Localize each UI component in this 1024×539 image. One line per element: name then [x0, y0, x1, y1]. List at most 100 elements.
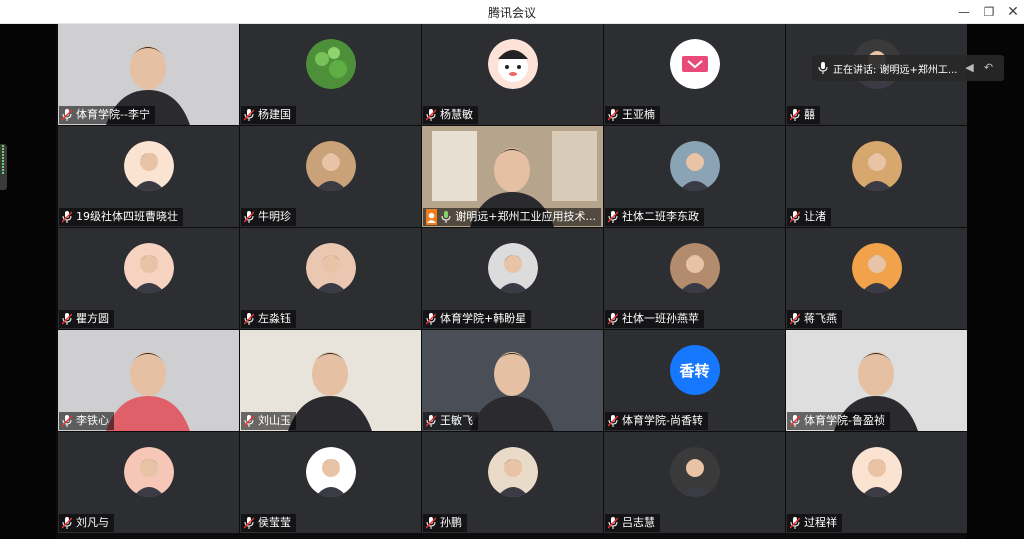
participant-nametag: 孙鹏: [423, 514, 467, 532]
participant-tile[interactable]: 李铁心: [58, 330, 239, 431]
participant-name: 过程祥: [804, 516, 837, 529]
participant-name: 左淼钰: [258, 312, 291, 325]
avatar: [669, 243, 720, 293]
speaking-indicator: 正在讲话: 谢明远+郑州工... ◀ ↶: [812, 55, 1004, 81]
minimize-icon[interactable]: —: [955, 3, 973, 21]
participant-nametag: 体育学院-鲁盈祯: [787, 412, 890, 430]
avatar: [487, 243, 538, 293]
restore-icon[interactable]: ❐: [980, 3, 998, 21]
left-margin: [0, 24, 56, 539]
participant-name: 体育学院+韩盼星: [440, 312, 527, 325]
participant-tile[interactable]: 社体二班李东政: [604, 126, 785, 227]
participant-name: 社体一班孙燕苹: [622, 312, 699, 325]
participant-name: 囍: [804, 108, 815, 121]
avatar: [851, 243, 902, 293]
title-bar: 腾讯会议 — ❐ ✕: [0, 0, 1024, 24]
participant-tile[interactable]: 香转 体育学院-尚香转: [604, 330, 785, 431]
participant-name: 王亚楠: [622, 108, 655, 121]
participant-nametag: 瞿方圆: [59, 310, 114, 328]
mic-on-icon: [441, 211, 451, 223]
window-title: 腾讯会议: [487, 6, 536, 20]
participant-nametag: 李铁心: [59, 412, 114, 430]
participant-tile[interactable]: 刘山玉: [240, 330, 421, 431]
participant-name: 侯莹莹: [258, 516, 291, 529]
avatar: [487, 447, 538, 497]
avatar: [305, 39, 356, 89]
participant-nametag: 体育学院+韩盼星: [423, 310, 532, 328]
close-icon[interactable]: ✕: [1004, 3, 1022, 21]
participant-name: 牛明珍: [258, 210, 291, 223]
participant-tile[interactable]: 左淼钰: [240, 228, 421, 329]
participant-name: 王敏飞: [440, 414, 473, 427]
participant-name: 吕志慧: [622, 516, 655, 529]
participant-grid: 体育学院--李宁 杨建国 杨慧敏 王亚楠 囍 19级社体四班曹晓壮 牛明珍 谢明远+郑州工业应…: [58, 24, 967, 536]
avatar: [487, 39, 538, 89]
participant-nametag: 刘凡与: [59, 514, 114, 532]
participant-tile[interactable]: 杨建国: [240, 24, 421, 125]
participant-tile[interactable]: 吕志慧: [604, 432, 785, 533]
mic-muted-icon: [426, 415, 436, 427]
participant-tile[interactable]: 杨慧敏: [422, 24, 603, 125]
participant-nametag: 牛明珍: [241, 208, 296, 226]
host-icon: [426, 209, 438, 225]
arrow-left-icon[interactable]: ◀: [962, 61, 976, 75]
participant-nametag: 社体二班李东政: [605, 208, 704, 226]
participant-name: 谢明远+郑州工业应用技术...: [455, 210, 596, 223]
participant-tile[interactable]: 蒋飞燕: [786, 228, 967, 329]
participant-tile[interactable]: 体育学院+韩盼星: [422, 228, 603, 329]
participant-tile[interactable]: 刘凡与: [58, 432, 239, 533]
participant-nametag: 谢明远+郑州工业应用技术...: [423, 208, 601, 226]
speaking-indicator-label: 正在讲话: 谢明远+郑州工...: [833, 64, 958, 76]
participant-nametag: 让渚: [787, 208, 831, 226]
participant-nametag: 19级社体四班曹晓壮: [59, 208, 183, 226]
participant-tile[interactable]: 侯莹莹: [240, 432, 421, 533]
mic-muted-icon: [62, 109, 72, 121]
participant-name: 体育学院-鲁盈祯: [804, 414, 885, 427]
participant-name: 杨慧敏: [440, 108, 473, 121]
side-panel-handle[interactable]: [0, 144, 7, 190]
mic-icon: [818, 62, 828, 74]
avatar: [305, 447, 356, 497]
participant-name: 社体二班李东政: [622, 210, 699, 223]
participant-name: 李铁心: [76, 414, 109, 427]
avatar: [851, 447, 902, 497]
participant-nametag: 左淼钰: [241, 310, 296, 328]
participant-nametag: 吕志慧: [605, 514, 660, 532]
mic-muted-icon: [608, 109, 618, 121]
avatar: [305, 243, 356, 293]
participant-tile[interactable]: 谢明远+郑州工业应用技术...: [422, 126, 603, 227]
participant-nametag: 囍: [787, 106, 820, 124]
participant-nametag: 刘山玉: [241, 412, 296, 430]
participant-tile[interactable]: 孙鹏: [422, 432, 603, 533]
participant-tile[interactable]: 19级社体四班曹晓壮: [58, 126, 239, 227]
participant-name: 蒋飞燕: [804, 312, 837, 325]
mic-muted-icon: [426, 313, 436, 325]
mic-muted-icon: [608, 211, 618, 223]
participant-tile[interactable]: 牛明珍: [240, 126, 421, 227]
participant-name: 杨建国: [258, 108, 291, 121]
participant-tile[interactable]: 让渚: [786, 126, 967, 227]
mic-muted-icon: [426, 517, 436, 529]
mic-muted-icon: [790, 313, 800, 325]
participant-nametag: 社体一班孙燕苹: [605, 310, 704, 328]
participant-tile[interactable]: 过程祥: [786, 432, 967, 533]
avatar: 香转: [669, 345, 720, 395]
mic-muted-icon: [608, 517, 618, 529]
avatar: [669, 141, 720, 191]
participant-tile[interactable]: 体育学院-鲁盈祯: [786, 330, 967, 431]
participant-tile[interactable]: 王亚楠: [604, 24, 785, 125]
participant-tile[interactable]: 瞿方圆: [58, 228, 239, 329]
participant-tile[interactable]: 社体一班孙燕苹: [604, 228, 785, 329]
participant-name: 体育学院--李宁: [76, 108, 150, 121]
participant-nametag: 侯莹莹: [241, 514, 296, 532]
undo-icon[interactable]: ↶: [981, 61, 995, 75]
mic-muted-icon: [790, 415, 800, 427]
participant-name: 刘凡与: [76, 516, 109, 529]
avatar: [123, 243, 174, 293]
mic-muted-icon: [608, 313, 618, 325]
mic-muted-icon: [62, 313, 72, 325]
participant-tile[interactable]: 王敏飞: [422, 330, 603, 431]
participant-nametag: 王敏飞: [423, 412, 478, 430]
participant-tile[interactable]: 体育学院--李宁: [58, 24, 239, 125]
participant-nametag: 王亚楠: [605, 106, 660, 124]
